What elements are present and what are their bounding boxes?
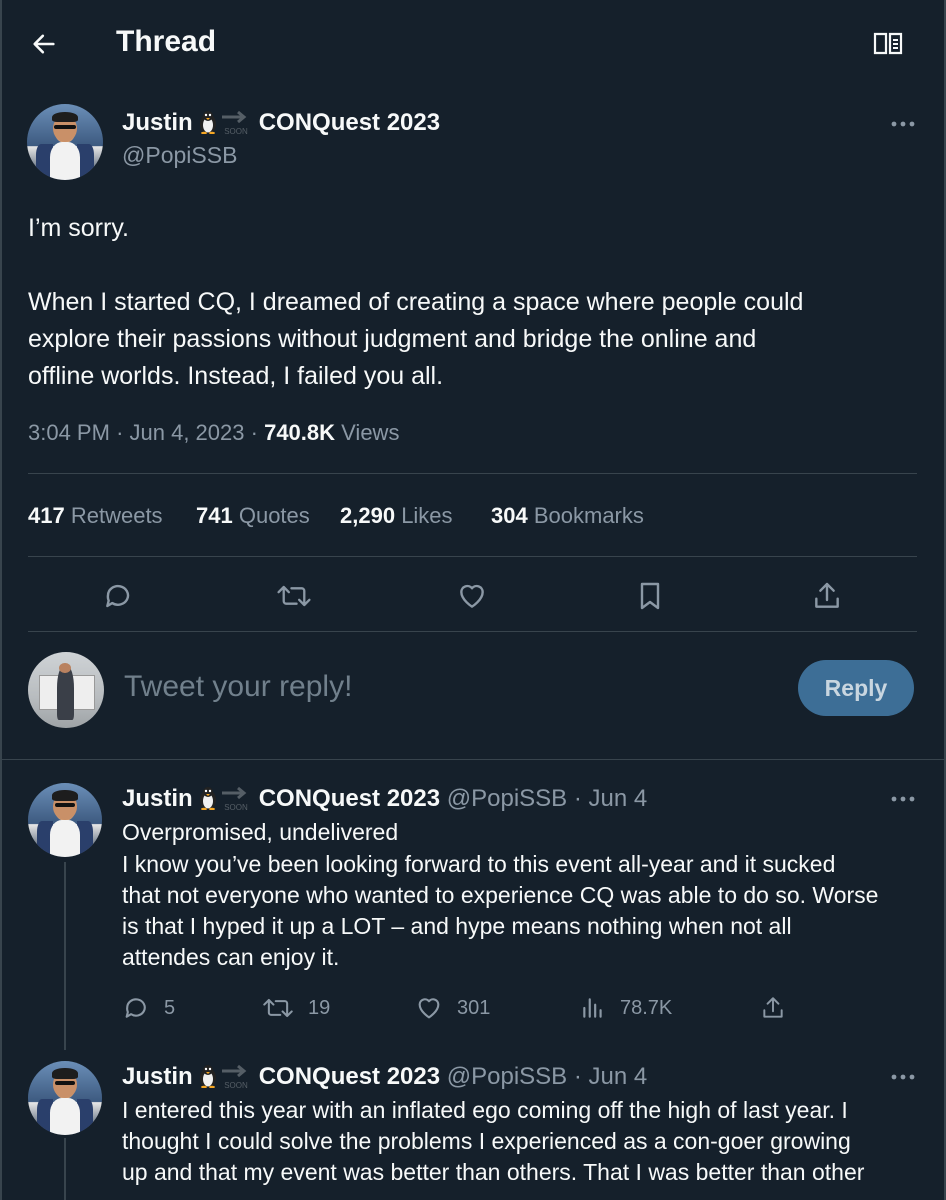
likes-label: Likes xyxy=(401,503,453,528)
reply-like-action[interactable]: 301 xyxy=(415,994,490,1022)
reply-handle: @PopiSSB xyxy=(446,1063,568,1090)
share-action-icon[interactable] xyxy=(811,580,843,612)
likes-count: 301 xyxy=(457,996,491,1019)
reply-date[interactable]: Jun 4 xyxy=(589,1063,648,1090)
bookmarks-count: 304 xyxy=(491,503,528,528)
tweet-meta: 3:04 PM · Jun 4, 2023 · 740.8K Views xyxy=(28,420,399,446)
reply-input[interactable]: Tweet your reply! xyxy=(124,670,352,704)
stat-likes[interactable]: 2,290 Likes xyxy=(340,503,453,529)
reply-display-name-suffix: CONQuest 2023 xyxy=(258,1063,441,1090)
retweets-count: 19 xyxy=(308,996,331,1019)
more-options-icon[interactable] xyxy=(890,120,916,128)
views-label: Views xyxy=(341,420,400,445)
likes-count: 2,290 xyxy=(340,503,396,528)
soon-emoji-label: SOON xyxy=(224,1081,248,1090)
views-count: 740.8K xyxy=(264,420,336,445)
tweet-date[interactable]: Jun 4, 2023 xyxy=(130,420,245,445)
like-action-icon xyxy=(418,998,440,1019)
tweet-time[interactable]: 3:04 PM xyxy=(28,420,110,445)
reply-action-icon xyxy=(125,998,146,1018)
reply-handle: @PopiSSB xyxy=(446,785,568,812)
reply-text-line: thought I could solve the problems I exp… xyxy=(122,1128,851,1154)
bookmarks-label: Bookmarks xyxy=(533,503,644,528)
soon-arrow-emoji-icon: SOON xyxy=(221,110,248,136)
stat-bookmarks[interactable]: 304 Bookmarks xyxy=(491,503,644,529)
replies-count: 5 xyxy=(164,996,176,1019)
reply-display-name: Justin xyxy=(122,785,193,812)
reply-avatar[interactable] xyxy=(28,1061,102,1135)
bookmark-action-icon[interactable] xyxy=(634,580,666,612)
soon-emoji-label: SOON xyxy=(224,803,248,812)
quotes-count: 741 xyxy=(196,503,233,528)
separator: · xyxy=(573,785,582,812)
reply-text-line: that not everyone who wanted to experien… xyxy=(122,882,879,908)
author-name-line[interactable]: Justin SOON CONQuest 2023 xyxy=(122,109,440,137)
reply-views-action[interactable]: 78.7K xyxy=(580,994,672,1022)
stat-retweets[interactable]: 417 Retweets xyxy=(28,503,163,529)
author-avatar[interactable] xyxy=(27,104,103,180)
author-handle[interactable]: @PopiSSB xyxy=(122,142,237,169)
tweet-text-line: offline worlds. Instead, I failed you al… xyxy=(28,362,444,390)
reply-action-icon[interactable] xyxy=(102,580,134,612)
analytics-icon xyxy=(583,998,602,1018)
quotes-label: Quotes xyxy=(238,503,310,528)
divider xyxy=(0,759,946,760)
penguin-emoji-icon xyxy=(199,787,216,810)
more-options-icon[interactable] xyxy=(890,795,916,803)
reply-share-action[interactable] xyxy=(760,994,786,1022)
like-action-icon[interactable] xyxy=(456,580,488,612)
page-title: Thread xyxy=(116,25,217,58)
back-arrow-icon[interactable] xyxy=(30,30,58,58)
reply-text-line: is that I hyped it up a LOT – and hype m… xyxy=(122,913,792,939)
author-display-name-suffix: CONQuest 2023 xyxy=(258,109,441,136)
reply-author-line[interactable]: Justin SOON CONQuest 2023 @PopiSSB · Jun 4 xyxy=(122,785,647,813)
share-action-icon xyxy=(763,997,783,1018)
current-user-avatar[interactable] xyxy=(28,652,104,728)
penguin-emoji-icon xyxy=(199,1065,216,1088)
separator: · xyxy=(573,1063,582,1090)
more-options-icon[interactable] xyxy=(890,1073,916,1081)
soon-emoji-label: SOON xyxy=(224,127,248,136)
reply-display-name-suffix: CONQuest 2023 xyxy=(258,785,441,812)
separator: · xyxy=(250,420,258,445)
reply-display-name: Justin xyxy=(122,1063,193,1090)
tweet-text-line: When I started CQ, I dreamed of creating… xyxy=(28,288,804,316)
divider xyxy=(28,631,917,632)
reply-date[interactable]: Jun 4 xyxy=(589,785,648,812)
reply-retweet-action[interactable]: 19 xyxy=(262,994,330,1022)
reply-text-line: Overpromised, undelivered xyxy=(122,819,399,845)
reply-replies-action[interactable]: 5 xyxy=(122,994,175,1022)
author-display-name: Justin xyxy=(122,109,193,136)
separator: · xyxy=(116,420,124,445)
retweet-action-icon[interactable] xyxy=(276,580,312,612)
retweet-action-icon xyxy=(263,998,293,1018)
stat-quotes[interactable]: 741 Quotes xyxy=(196,503,310,529)
soon-arrow-emoji-icon: SOON xyxy=(221,786,248,812)
reply-text-line: attendes can enjoy it. xyxy=(122,944,340,970)
retweets-count: 417 xyxy=(28,503,65,528)
reply-text-line: I entered this year with an inflated ego… xyxy=(122,1097,848,1123)
reader-mode-icon[interactable] xyxy=(872,30,904,58)
reply-author-line[interactable]: Justin SOON CONQuest 2023 @PopiSSB · Jun 4 xyxy=(122,1063,647,1091)
reply-text-line: up and that my event was better than oth… xyxy=(122,1159,865,1185)
tweet-text-line: explore their passions without judgment … xyxy=(28,325,757,353)
reply-button[interactable]: Reply xyxy=(798,660,914,716)
reply-avatar[interactable] xyxy=(28,783,102,857)
reply-text-line: I know you’ve been looking forward to th… xyxy=(122,851,836,877)
views-count: 78.7K xyxy=(620,996,673,1019)
soon-arrow-emoji-icon: SOON xyxy=(221,1064,248,1090)
divider xyxy=(28,556,917,557)
thread-connector-line xyxy=(64,862,66,1050)
tweet-text-line: I’m sorry. xyxy=(28,214,129,242)
penguin-emoji-icon xyxy=(199,111,216,134)
retweets-label: Retweets xyxy=(70,503,163,528)
divider xyxy=(28,473,917,474)
thread-connector-line xyxy=(64,1138,66,1200)
